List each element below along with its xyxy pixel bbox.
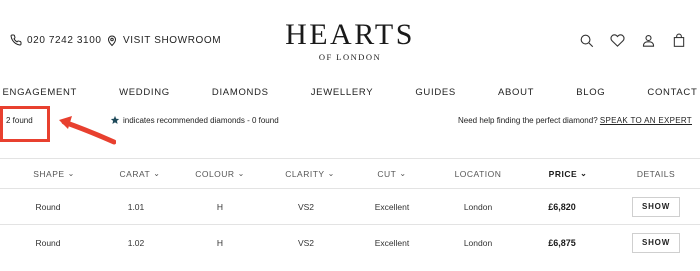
phone-link[interactable]: 020 7242 3100 [10, 34, 102, 46]
nav-item-guides[interactable]: GUIDES [394, 87, 477, 98]
nav-item-diamonds[interactable]: DIAMONDS [191, 87, 290, 98]
legend-text: indicates recommended diamonds - 0 found [123, 115, 279, 125]
col-location-label: LOCATION [454, 168, 502, 179]
nav-item-about[interactable]: ABOUT [477, 87, 555, 98]
main-nav: ENGAGEMENT WEDDING DIAMONDS JEWELLERY GU… [0, 87, 700, 98]
table-row[interactable]: Round 1.02 H VS2 Excellent London £6,875… [0, 224, 700, 260]
header-icons [579, 33, 686, 48]
col-details-label: DETAILS [636, 168, 676, 179]
logo-subtitle: OF LONDON [318, 52, 382, 62]
col-clarity-header[interactable]: CLARITY ⌄ [270, 159, 350, 188]
nav-item-wedding[interactable]: WEDDING [98, 87, 191, 98]
heart-icon[interactable] [610, 33, 625, 48]
cell-cut: Excellent [374, 237, 410, 248]
cell-cut: Excellent [374, 201, 410, 212]
col-details-header: DETAILS [616, 159, 696, 188]
col-price-label: PRICE [548, 168, 578, 179]
phone-icon [10, 34, 22, 46]
cell-colour: H [216, 201, 224, 212]
results-count: 2 found [6, 116, 33, 125]
phone-number: 020 7242 3100 [27, 34, 102, 46]
col-colour-header[interactable]: COLOUR ⌄ [180, 159, 260, 188]
show-details-button[interactable]: SHOW [632, 232, 680, 253]
table-header: SHAPE ⌄ CARAT ⌄ COLOUR ⌄ CLARITY ⌄ CUT ⌄ LOCA… [0, 158, 700, 188]
col-clarity-label: CLARITY [285, 168, 325, 179]
chevron-down-icon: ⌄ [67, 169, 75, 178]
cell-clarity: VS2 [297, 201, 315, 212]
chevron-down-icon: ⌄ [237, 169, 245, 178]
col-location-header: LOCATION [438, 159, 518, 188]
chevron-down-icon: ⌄ [399, 169, 407, 178]
expert-help: Need help finding the perfect diamond? S… [458, 116, 692, 125]
cell-colour: H [216, 237, 224, 248]
cell-carat: 1.01 [127, 201, 145, 212]
chevron-down-icon: ⌄ [327, 169, 335, 178]
cell-shape: Round [35, 237, 61, 248]
cell-clarity: VS2 [297, 237, 315, 248]
col-price-header[interactable]: PRICE ⌄ [528, 159, 608, 188]
col-shape-header[interactable]: SHAPE ⌄ [14, 159, 94, 188]
star-icon [110, 115, 120, 124]
chevron-down-icon: ⌄ [153, 169, 161, 178]
cell-price: £6,875 [548, 237, 576, 248]
col-shape-label: SHAPE [33, 168, 65, 179]
nav-item-blog[interactable]: BLOG [555, 87, 626, 98]
col-cut-header[interactable]: CUT ⌄ [352, 159, 432, 188]
bag-icon[interactable] [672, 33, 686, 48]
cell-location: London [463, 237, 493, 248]
show-details-button[interactable]: SHOW [632, 196, 680, 217]
col-cut-label: CUT [377, 168, 397, 179]
table-row[interactable]: Round 1.01 H VS2 Excellent London £6,820… [0, 188, 700, 224]
location-pin-icon [107, 35, 117, 47]
nav-item-engagement[interactable]: ENGAGEMENT [0, 87, 98, 98]
speak-to-expert-link[interactable]: SPEAK TO AN EXPERT [600, 116, 692, 125]
account-icon[interactable] [641, 33, 656, 48]
search-icon[interactable] [579, 33, 594, 48]
col-carat-label: CARAT [119, 168, 151, 179]
chevron-down-icon: ⌄ [580, 169, 588, 178]
nav-item-contact[interactable]: CONTACT [626, 87, 700, 98]
help-text: Need help finding the perfect diamond? [458, 116, 598, 125]
cell-carat: 1.02 [127, 237, 145, 248]
diamond-results-table: SHAPE ⌄ CARAT ⌄ COLOUR ⌄ CLARITY ⌄ CUT ⌄ LOCA… [0, 158, 700, 260]
annotation-arrow [59, 116, 116, 145]
cell-shape: Round [35, 201, 61, 212]
col-colour-label: COLOUR [195, 168, 235, 179]
nav-item-jewellery[interactable]: JEWELLERY [290, 87, 395, 98]
col-carat-header[interactable]: CARAT ⌄ [100, 159, 180, 188]
visit-showroom-link[interactable]: VISIT SHOWROOM [106, 34, 221, 47]
visit-showroom-label: VISIT SHOWROOM [123, 35, 222, 46]
cell-price: £6,820 [548, 201, 576, 212]
cell-location: London [463, 201, 493, 212]
recommended-legend: indicates recommended diamonds - 0 found [110, 115, 279, 125]
